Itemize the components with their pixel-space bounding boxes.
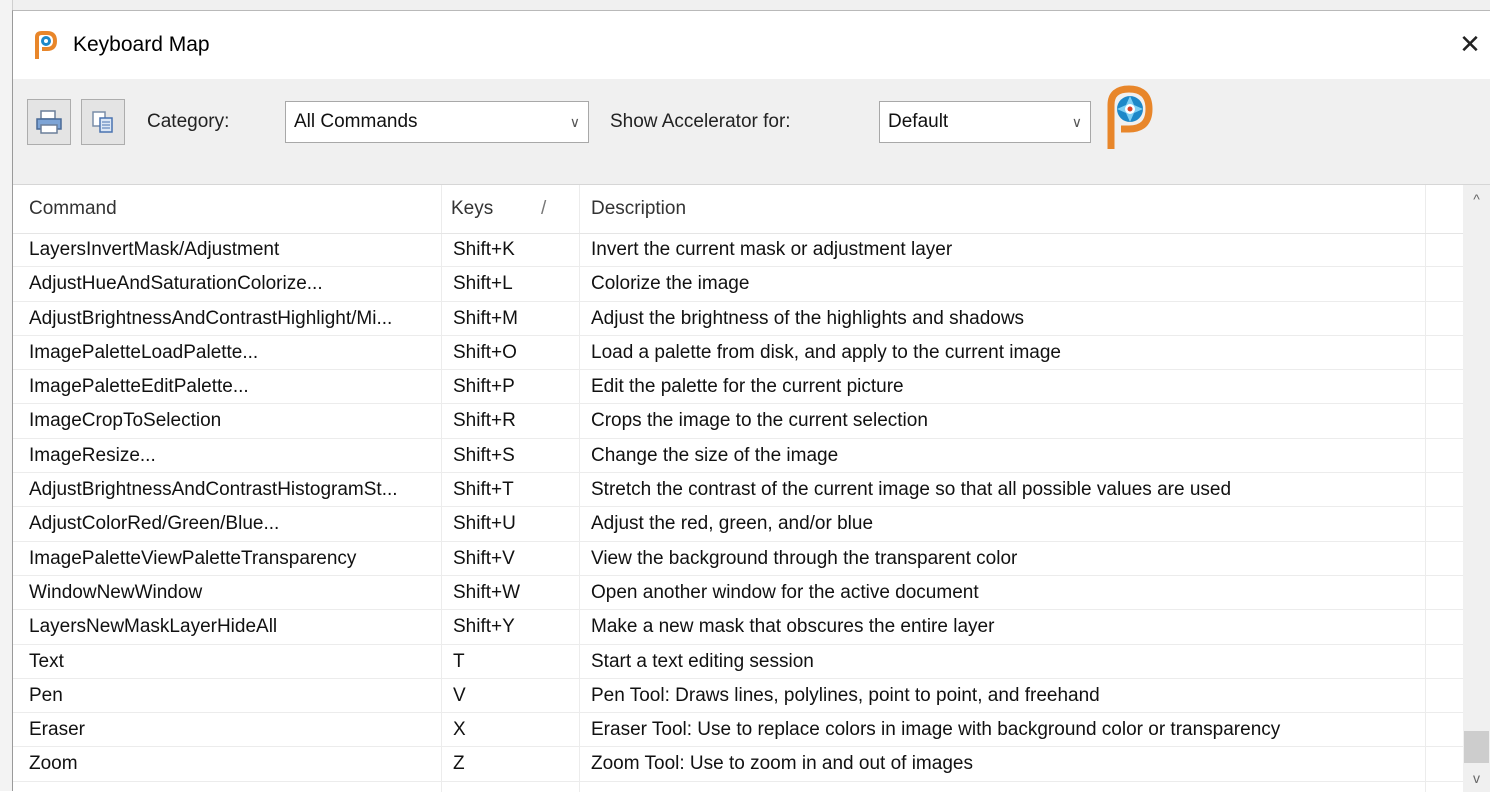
keys-cell: Shift+P [453, 376, 515, 398]
list-rows: LayersInvertMask/Adjustment Shift+K Invert… [13, 233, 1463, 782]
description-cell: Make a new mask that obscures the entire… [591, 616, 995, 638]
description-cell: Edit the palette for the current picture [591, 376, 904, 398]
description-cell: Zoom Tool: Use to zoom in and out of ima… [591, 753, 973, 775]
close-icon: ✕ [1459, 28, 1481, 59]
command-cell: AdjustBrightnessAndContrastHistogramSt..… [29, 479, 398, 501]
description-cell: Stretch the contrast of the current imag… [591, 479, 1232, 501]
command-cell: ImageCropToSelection [29, 410, 222, 432]
chevron-up-icon: ^ [1473, 191, 1480, 207]
description-cell: Open another window for the active docum… [591, 581, 979, 603]
scrollbar-thumb[interactable] [1464, 731, 1489, 763]
table-row[interactable]: ImageResize... Shift+S Change the size of … [13, 439, 1463, 474]
keys-cell: X [453, 719, 466, 741]
table-row[interactable]: Text T Start a text editing session [13, 645, 1463, 679]
category-label: Category: [147, 111, 230, 132]
copy-button[interactable] [81, 99, 125, 145]
column-header-description[interactable]: Description [591, 198, 686, 220]
keys-cell: Z [453, 753, 465, 775]
command-cell: AdjustBrightnessAndContrastHighlight/Mi.… [29, 307, 393, 329]
table-row[interactable]: Eraser X Eraser Tool: Use to replace color… [13, 713, 1463, 748]
command-cell: Eraser [29, 719, 85, 741]
keyboard-map-dialog: Keyboard Map ✕ Category: All Commands ∨ … [12, 10, 1490, 792]
description-cell: Crops the image to the current selection [591, 410, 928, 432]
table-row[interactable]: Pen V Pen Tool: Draws lines, polylines, po… [13, 679, 1463, 714]
command-cell: WindowNewWindow [29, 581, 203, 603]
command-cell: AdjustHueAndSaturationColorize... [29, 273, 323, 295]
keys-cell: T [453, 650, 465, 672]
table-row[interactable]: LayersInvertMask/Adjustment Shift+K Invert… [13, 233, 1463, 268]
keys-cell: Shift+R [453, 410, 516, 432]
command-cell: ImagePaletteViewPaletteTransparency [29, 547, 357, 569]
table-row[interactable]: ImagePaletteEditPalette... Shift+P Edit th… [13, 370, 1463, 405]
description-cell: Adjust the brightness of the highlights … [591, 307, 1025, 329]
keys-cell: Shift+M [453, 307, 518, 329]
command-cell: Text [29, 650, 64, 672]
keys-cell: Shift+Y [453, 616, 515, 638]
command-cell: LayersNewMaskLayerHideAll [29, 616, 278, 638]
description-cell: View the background through the transpar… [591, 547, 1018, 569]
command-cell: ImagePaletteEditPalette... [29, 376, 249, 398]
description-cell: Change the size of the image [591, 444, 839, 466]
scroll-up-button[interactable]: ^ [1463, 185, 1490, 213]
accelerator-value: Default [888, 111, 949, 132]
table-row[interactable]: WindowNewWindow Shift+W Open another windo… [13, 576, 1463, 611]
vertical-scrollbar[interactable]: ^ v [1463, 185, 1490, 792]
keys-cell: Shift+S [453, 444, 515, 466]
keyboard-map-list[interactable]: Command Keys / Description LayersInvertM… [13, 185, 1490, 792]
scroll-down-button[interactable]: v [1463, 764, 1490, 792]
command-cell: AdjustColorRed/Green/Blue... [29, 513, 280, 535]
chevron-down-icon: ∨ [569, 114, 580, 130]
chevron-down-icon: v [1473, 770, 1480, 786]
print-icon [36, 110, 62, 134]
category-value: All Commands [294, 111, 418, 132]
category-select[interactable]: All Commands ∨ [285, 101, 589, 143]
table-row[interactable]: ImagePaletteLoadPalette... Shift+O Load a … [13, 336, 1463, 371]
description-cell: Colorize the image [591, 273, 750, 295]
table-row[interactable]: Zoom Z Zoom Tool: Use to zoom in and out o… [13, 747, 1463, 782]
description-cell: Pen Tool: Draws lines, polylines, point … [591, 684, 1100, 706]
table-row[interactable]: AdjustBrightnessAndContrastHighlight/Mi.… [13, 302, 1463, 336]
command-cell: ImageResize... [29, 444, 156, 466]
command-cell: ImagePaletteLoadPalette... [29, 341, 259, 363]
title-bar: Keyboard Map ✕ [13, 11, 1490, 79]
table-row[interactable]: AdjustColorRed/Green/Blue... Shift+U Adjus… [13, 507, 1463, 542]
command-cell: Zoom [29, 753, 78, 775]
keys-cell: Shift+W [453, 581, 521, 603]
table-row[interactable]: ImageCropToSelection Shift+R Crops the ima… [13, 404, 1463, 439]
column-header-keys[interactable]: Keys [451, 198, 493, 220]
description-cell: Load a palette from disk, and apply to t… [591, 341, 1061, 363]
sort-indicator-icon: / [541, 198, 547, 219]
table-row[interactable]: ImagePaletteViewPaletteTransparency Shift… [13, 542, 1463, 576]
toolbar: Category: All Commands ∨ Show Accelerato… [13, 79, 1490, 185]
keys-cell: Shift+O [453, 341, 517, 363]
list-header: Command Keys / Description [13, 185, 1463, 234]
table-row[interactable]: AdjustHueAndSaturationColorize... Shift+L… [13, 267, 1463, 302]
table-row[interactable]: AdjustBrightnessAndContrastHistogramSt..… [13, 473, 1463, 508]
column-header-command[interactable]: Command [29, 198, 117, 220]
keys-cell: Shift+L [453, 273, 513, 295]
description-cell: Start a text editing session [591, 650, 814, 672]
keys-cell: Shift+K [453, 239, 515, 260]
command-cell: LayersInvertMask/Adjustment [29, 239, 280, 260]
description-cell: Adjust the red, green, and/or blue [591, 513, 874, 535]
background-window-strip [0, 0, 1490, 10]
keys-cell: V [453, 684, 466, 706]
close-button[interactable]: ✕ [1453, 25, 1487, 63]
accelerator-label: Show Accelerator for: [610, 111, 791, 132]
keys-cell: Shift+U [453, 513, 516, 535]
command-cell: Pen [29, 684, 63, 706]
accelerator-select[interactable]: Default ∨ [879, 101, 1091, 143]
keys-cell: Shift+T [453, 479, 514, 501]
paintshop-pro-logo-icon [1107, 85, 1153, 149]
paintshop-pro-app-icon [35, 31, 58, 59]
description-cell: Invert the current mask or adjustment la… [591, 239, 953, 260]
keys-cell: Shift+V [453, 547, 515, 569]
chevron-down-icon: ∨ [1071, 114, 1082, 130]
description-cell: Eraser Tool: Use to replace colors in im… [591, 719, 1281, 741]
dialog-title: Keyboard Map [73, 33, 210, 56]
table-row[interactable]: LayersNewMaskLayerHideAll Shift+Y Make a n… [13, 610, 1463, 645]
copy-icon [92, 111, 113, 133]
print-button[interactable] [27, 99, 71, 145]
